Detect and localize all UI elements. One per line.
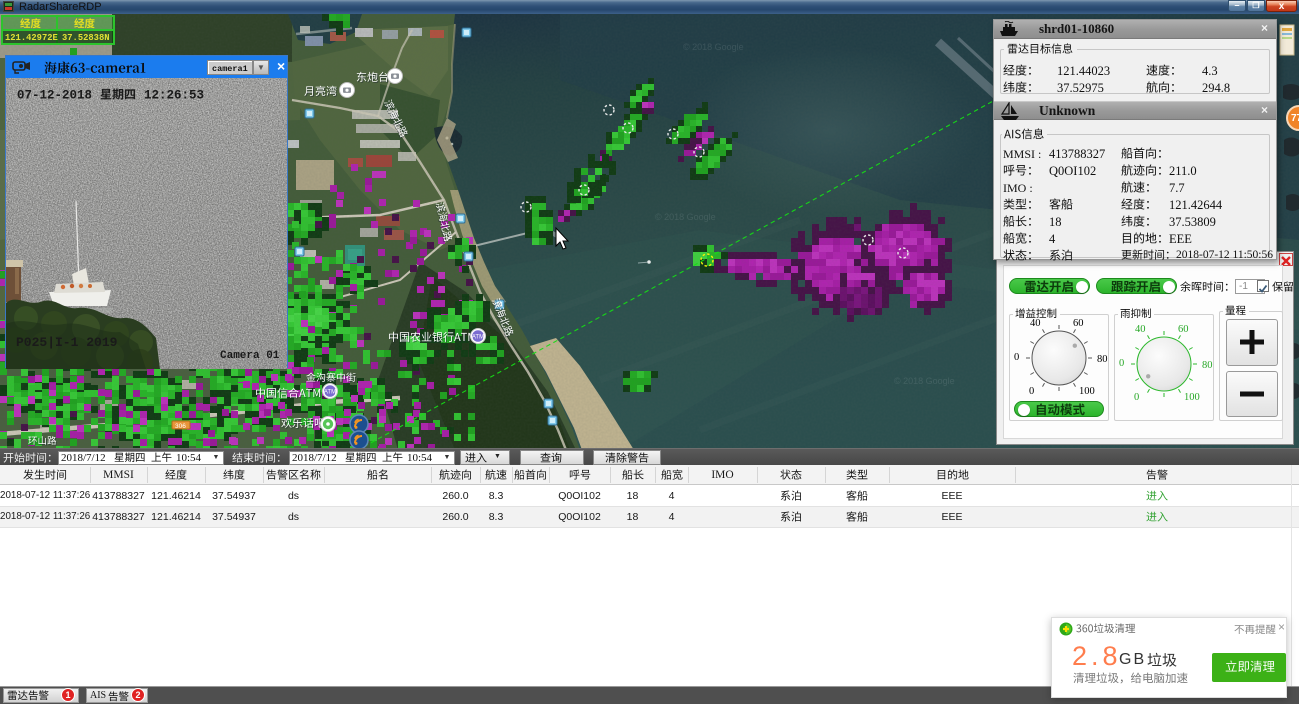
svg-text:© 2018 Google: © 2018 Google [683, 42, 744, 52]
svg-text:ATM: ATM [472, 334, 484, 340]
svg-text:ATM: ATM [324, 389, 336, 395]
svg-text:© 2018 Google: © 2018 Google [894, 376, 955, 386]
svg-text:© 2018 Google: © 2018 Google [655, 212, 716, 222]
svg-text:306: 306 [175, 423, 186, 430]
